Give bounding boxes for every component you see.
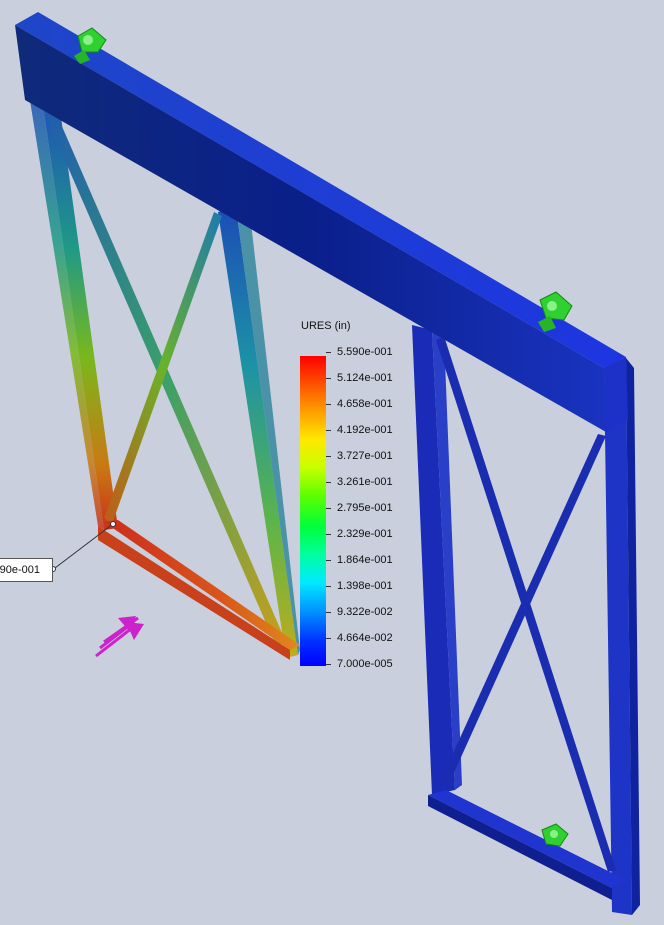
legend-tick-label: 2.795e-001 <box>337 502 393 514</box>
legend-tick-label: 2.329e-001 <box>337 528 393 540</box>
legend-tick-mark <box>326 404 331 405</box>
legend-tick-mark <box>326 378 331 379</box>
legend-tick-label: 9.322e-002 <box>337 606 393 618</box>
legend-tick-label: 7.000e-005 <box>337 658 393 670</box>
probe-leader <box>50 521 116 572</box>
legend-tick-label: 4.658e-001 <box>337 398 393 410</box>
legend-tick-mark <box>326 534 331 535</box>
legend-tick-mark <box>326 586 331 587</box>
legend-tick-mark <box>326 560 331 561</box>
middle-column-side <box>236 208 300 655</box>
legend-tick-mark <box>326 352 331 353</box>
left-rear-column <box>42 98 118 530</box>
top-beam-end-face <box>604 357 628 432</box>
legend-tick-mark <box>326 430 331 431</box>
right-base-beam-face <box>428 795 612 900</box>
right-base-beam-top <box>428 790 626 888</box>
legend-tick-mark <box>326 482 331 483</box>
legend-tick-mark <box>326 612 331 613</box>
right-brace-b <box>440 434 606 786</box>
legend-tick-mark <box>326 508 331 509</box>
legend-tick-label: 4.664e-002 <box>337 632 393 644</box>
legend-tick-label: 5.590e-001 <box>337 346 393 358</box>
probe-result-label[interactable]: 90e-001 <box>0 558 53 582</box>
legend-title: URES (in) <box>301 320 351 332</box>
external-load-arrow-icon[interactable] <box>95 616 144 658</box>
legend-tick-label: 5.124e-001 <box>337 372 393 384</box>
analysis-viewport[interactable] <box>0 0 664 920</box>
legend-tick-mark <box>326 664 331 665</box>
legend-tick-mark <box>326 638 331 639</box>
top-beam-top-face <box>15 12 626 368</box>
legend-tick-label: 1.864e-001 <box>337 554 393 566</box>
legend-tick-label: 4.192e-001 <box>337 424 393 436</box>
fea-model[interactable] <box>0 0 664 920</box>
legend-tick-label: 3.727e-001 <box>337 450 393 462</box>
fixture-icon[interactable] <box>541 823 569 847</box>
legend-tick-label: 1.398e-001 <box>337 580 393 592</box>
legend-tick-label: 3.261e-001 <box>337 476 393 488</box>
legend-colorbar <box>300 356 326 666</box>
legend-tick-mark <box>326 456 331 457</box>
